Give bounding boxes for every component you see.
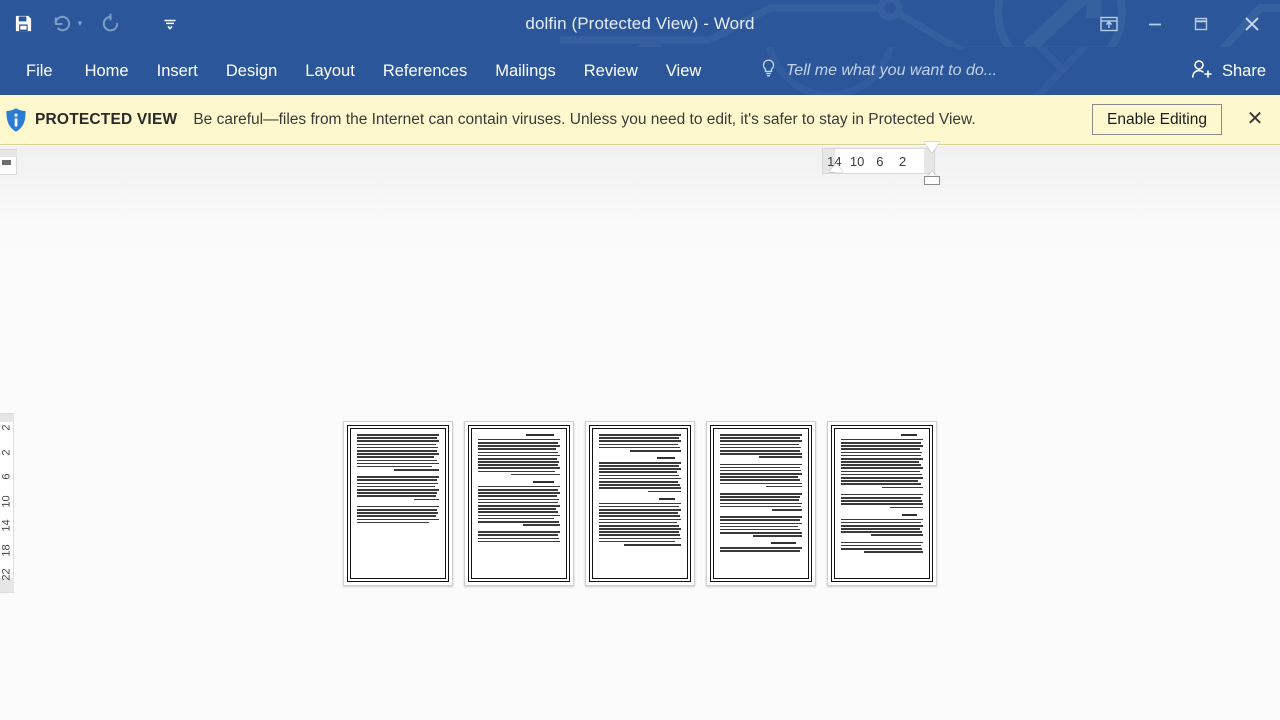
ribbon-tab-strip: File Home Insert Design Layout Reference… (0, 47, 1280, 95)
hruler-tick-6: 6 (876, 153, 884, 169)
hruler-tick-2: 2 (899, 153, 907, 169)
thumb-paragraph (599, 502, 681, 548)
page-content-3 (592, 428, 688, 579)
thumb-paragraph (478, 438, 560, 477)
thumb-paragraph (720, 463, 802, 490)
tell-me-placeholder: Tell me what you want to do... (786, 62, 998, 79)
tab-view[interactable]: View (652, 47, 715, 95)
tab-home[interactable]: Home (71, 47, 143, 95)
canvas-gradient (0, 146, 1280, 276)
vruler-tick-5: 18 (0, 543, 13, 557)
tell-me-search[interactable]: Tell me what you want to do... (760, 47, 997, 95)
page-content-4 (713, 428, 809, 579)
thumb-paragraph (357, 505, 439, 525)
minimize-icon[interactable] (1132, 0, 1178, 47)
left-indent-marker-icon[interactable] (829, 163, 843, 172)
thumb-paragraph (841, 541, 923, 555)
share-person-icon (1191, 59, 1213, 84)
page-content-1 (350, 428, 446, 579)
page-border-outer (831, 425, 933, 582)
enable-editing-button[interactable]: Enable Editing (1092, 104, 1222, 135)
thumb-paragraph (599, 434, 681, 453)
protected-view-bar: PROTECTED VIEW Be careful—files from the… (0, 95, 1280, 145)
tab-design[interactable]: Design (212, 47, 291, 95)
page-thumbnail-5[interactable] (827, 421, 937, 586)
vertical-ruler-top-shade (0, 150, 17, 157)
page-thumbnail-2[interactable] (464, 421, 574, 586)
share-label: Share (1221, 61, 1266, 80)
page-border-outer (468, 425, 570, 582)
protected-view-message: Be careful—files from the Internet can c… (193, 111, 976, 128)
vruler-tick-3: 10 (0, 494, 13, 508)
protected-view-label: PROTECTED VIEW (35, 110, 178, 128)
page-thumbnail-1[interactable] (343, 421, 453, 586)
vruler-tick-1: 2 (0, 448, 13, 456)
vruler-tick-2: 6 (0, 473, 13, 480)
vertical-ruler[interactable]: 2 2 6 10 14 18 22 (0, 413, 14, 593)
info-shield-icon (1, 107, 31, 133)
page-thumbnail-4[interactable] (706, 421, 816, 586)
tab-mailings[interactable]: Mailings (481, 47, 570, 95)
word-window: ▼ dolfin (Protected View) - Word File Ho… (0, 0, 1280, 720)
close-icon[interactable] (1224, 0, 1280, 47)
ribbon-tabs: File Home Insert Design Layout Reference… (8, 47, 715, 95)
thumb-paragraph (841, 493, 923, 510)
tab-references[interactable]: References (369, 47, 481, 95)
restore-icon[interactable] (1178, 0, 1224, 47)
title-bar: ▼ dolfin (Protected View) - Word (0, 0, 1280, 47)
ribbon-display-options-icon[interactable] (1086, 0, 1132, 47)
thumb-paragraph (478, 485, 560, 527)
vruler-tick-6: 22 (0, 568, 13, 581)
page-thumbnail-3[interactable] (585, 421, 695, 586)
thumb-paragraph (720, 434, 802, 460)
tab-stop-marker-icon[interactable] (2, 160, 11, 165)
window-controls (1086, 0, 1280, 47)
tab-review[interactable]: Review (570, 47, 652, 95)
share-button[interactable]: Share (1191, 47, 1266, 95)
page-thumbnails (343, 421, 937, 586)
vruler-tick-0: 2 (0, 424, 13, 431)
thumb-paragraph (720, 547, 802, 553)
page-content-2 (471, 428, 567, 579)
thumb-paragraph (720, 516, 802, 538)
thumb-paragraph (841, 438, 923, 490)
tab-layout[interactable]: Layout (291, 47, 369, 95)
page-border-outer (347, 425, 449, 582)
tab-insert[interactable]: Insert (143, 47, 212, 95)
vertical-ruler-top-stub[interactable] (0, 149, 17, 175)
page-border-outer (589, 425, 691, 582)
close-protected-view-bar-icon[interactable]: ✕ (1242, 106, 1268, 132)
hruler-tick-10: 10 (849, 153, 865, 169)
lightbulb-icon (760, 59, 777, 83)
page-border-outer (710, 425, 812, 582)
thumb-paragraph (599, 461, 681, 494)
vruler-tick-4: 14 (0, 519, 13, 532)
thumb-paragraph (720, 493, 802, 512)
thumb-paragraph (357, 476, 439, 502)
page-content-5 (834, 428, 930, 579)
horizontal-ruler[interactable]: 14 10 6 2 (822, 142, 940, 185)
thumb-paragraph (357, 434, 439, 472)
thumb-paragraph (478, 531, 560, 544)
right-indent-marker-icon[interactable] (924, 176, 940, 185)
tab-file[interactable]: File (8, 47, 71, 95)
thumb-paragraph (841, 518, 923, 538)
vertical-ruler-numbers: 2 2 6 10 14 18 22 (0, 422, 14, 580)
first-line-indent-marker-icon[interactable] (924, 142, 940, 153)
